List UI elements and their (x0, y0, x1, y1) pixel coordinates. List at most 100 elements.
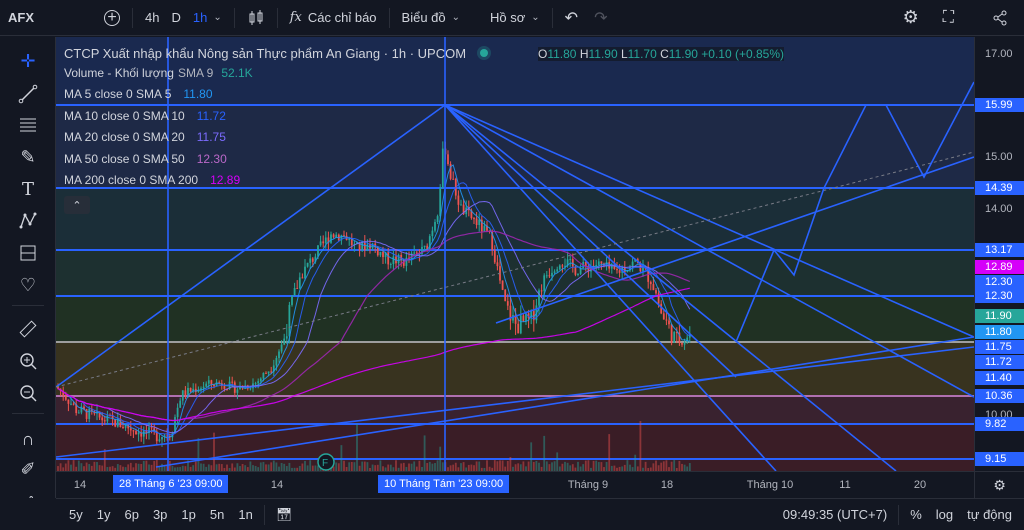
timezone-button[interactable]: 09:49:35 (UTC+7) (776, 507, 894, 522)
percent-toggle[interactable]: % (903, 507, 929, 522)
price-label: 11.40 (975, 371, 1024, 385)
interval-d[interactable]: D (167, 0, 184, 36)
legend-row-ma200[interactable]: MA 200 close 0 SMA 200 12.89 (64, 170, 488, 192)
volume-bar (605, 462, 608, 471)
candle-body (275, 357, 278, 366)
log-toggle[interactable]: log (929, 507, 960, 522)
magnet-icon[interactable]: ∩ (16, 427, 40, 451)
fullscreen-button[interactable]: ⛶ (935, 0, 984, 36)
volume-bar (410, 463, 413, 471)
compare-button[interactable]: + (96, 0, 128, 36)
zoom-out-icon[interactable] (16, 381, 40, 405)
volume-bar (413, 461, 416, 471)
candle-body (434, 222, 436, 231)
interval-label: D (171, 10, 181, 25)
volume-bar (103, 449, 106, 471)
volume-bar (493, 460, 496, 471)
layout-button[interactable]: Biểu đồ ⌄ (394, 0, 468, 36)
range-1y[interactable]: 1y (90, 507, 118, 522)
divider (898, 504, 900, 525)
volume-bar (597, 462, 600, 471)
interval-1h[interactable]: 1h ⌄ (185, 0, 230, 36)
change-value: +0.10 (+0.85%) (701, 47, 784, 61)
volume-bar (155, 460, 158, 471)
volume-bar (168, 460, 171, 471)
candle-body (72, 403, 75, 405)
interval-4h[interactable]: 4h (137, 0, 167, 36)
chevron-down-icon: ⌄ (531, 12, 540, 23)
prediction-icon[interactable] (16, 241, 40, 265)
calendar-icon: 📅︎ (275, 506, 293, 522)
gear-icon: ⚙ (902, 7, 919, 27)
heart-icon[interactable]: ♡ (16, 273, 40, 297)
candle-body (223, 385, 226, 389)
legend-row-ma50[interactable]: MA 50 close 0 SMA 50 12.30 (64, 148, 488, 170)
volume-bar (140, 464, 143, 471)
volume-bar (275, 462, 278, 471)
range-1d[interactable]: 1n (231, 507, 259, 522)
legend-title[interactable]: CTCP Xuất nhập khẩu Nông sản Thực phẩm A… (64, 44, 489, 62)
candle-body (392, 256, 395, 265)
time-tick: 14 (270, 479, 284, 491)
volume-bar (231, 463, 234, 471)
price-tick: 17.00 (985, 48, 1013, 60)
drawing-toolbar: ✛ ✎ T ♡ ∩ ✐ 🔓︎ (0, 37, 56, 530)
candle-body (683, 341, 686, 345)
candle-body (132, 430, 135, 432)
candle-body (215, 382, 218, 387)
range-5y[interactable]: 5y (62, 507, 90, 522)
price-axis[interactable]: 17.00 15.00 14.00 10.00 15.99 14.39 13.17 12.89… (974, 37, 1024, 471)
range-label: 1y (96, 507, 111, 522)
volume-bar (538, 462, 540, 471)
auto-toggle[interactable]: tự động (960, 507, 1024, 522)
legend-row-volume[interactable]: Volume - Khối lượng SMA 9 52.1K (64, 62, 488, 84)
time-axis[interactable]: 14 14 18 Tháng 10 11 20 Tháng 9 28 Tháng 6 '23 … (56, 471, 974, 498)
drawing-mode-icon[interactable]: ✐ (16, 457, 40, 481)
candle-body (662, 313, 665, 320)
volume-bar (475, 461, 478, 471)
divider (12, 305, 44, 306)
price-label: 11.80 (975, 325, 1024, 339)
range-label: 1n (238, 507, 253, 522)
trend-line-icon[interactable] (16, 82, 40, 106)
share-button[interactable] (984, 0, 1024, 36)
price-label: 11.90 (975, 309, 1024, 323)
symbol-search[interactable]: AFX (0, 0, 96, 36)
profile-button[interactable]: Hồ sơ ⌄ (482, 0, 548, 36)
text-icon[interactable]: T (16, 177, 40, 201)
low-value: 11.70 (627, 47, 657, 61)
zoom-in-icon[interactable] (16, 349, 40, 373)
volume-bar (127, 464, 130, 471)
chart-style-button[interactable] (239, 0, 273, 36)
indicators-button[interactable]: fx Các chỉ báo (282, 0, 385, 36)
legend-row-ma20[interactable]: MA 20 close 0 SMA 20 11.75 (64, 127, 488, 149)
range-6m[interactable]: 6p (117, 507, 145, 522)
candle-body (574, 266, 577, 275)
volume-bar (509, 457, 512, 471)
ruler-icon[interactable] (16, 317, 40, 341)
candle-body (311, 258, 314, 262)
legend-collapse-button[interactable]: ⌃ (64, 196, 90, 214)
range-1m[interactable]: 1p (174, 507, 202, 522)
range-5d[interactable]: 5n (203, 507, 231, 522)
goto-date-button[interactable]: 📅︎ (269, 507, 300, 523)
fib-retracement-icon[interactable] (16, 113, 40, 137)
redo-button[interactable]: ↷ (586, 0, 615, 36)
legend-row-ma5[interactable]: MA 5 close 0 SMA 5 11.80 (64, 84, 488, 106)
legend-row-ma10[interactable]: MA 10 close 0 SMA 10 11.72 (64, 105, 488, 127)
axis-settings-button[interactable]: ⚙ (974, 471, 1024, 498)
crosshair-icon[interactable]: ✛ (16, 49, 40, 73)
volume-bar (553, 461, 556, 471)
undo-button[interactable]: ↶ (557, 0, 586, 36)
pattern-icon[interactable] (16, 209, 40, 233)
volume-bar (527, 461, 530, 471)
brush-icon[interactable]: ✎ (16, 145, 40, 169)
candle-body (249, 388, 252, 390)
volume-bar (335, 462, 338, 471)
auto-label: tự động (967, 507, 1012, 522)
volume-bar (530, 442, 533, 471)
candle-body (548, 275, 551, 277)
settings-button[interactable]: ⚙ (895, 0, 935, 36)
candle-body (179, 400, 182, 408)
range-3m[interactable]: 3p (146, 507, 174, 522)
